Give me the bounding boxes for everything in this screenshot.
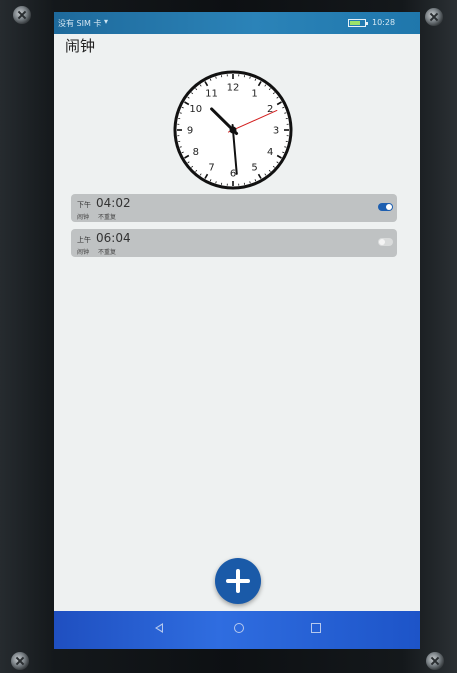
- alarm-time: 06:04: [96, 231, 131, 245]
- screw-icon: [426, 652, 444, 670]
- alarm-label: 闹钟: [77, 249, 90, 256]
- back-icon[interactable]: [155, 623, 163, 633]
- alarm-toggle[interactable]: [378, 203, 393, 211]
- alarm-item[interactable]: 上午 06:04 闹钟 不重复: [71, 229, 397, 257]
- navigation-bar: [54, 611, 420, 649]
- clock-numeral: 4: [267, 147, 273, 158]
- clock-numeral: 9: [187, 126, 193, 137]
- clock-numeral: 6: [230, 169, 236, 180]
- alarm-toggle[interactable]: [378, 238, 393, 246]
- clock-center: [229, 126, 237, 134]
- battery-level: [350, 21, 360, 25]
- screw-icon: [13, 6, 31, 24]
- add-alarm-button[interactable]: [215, 558, 261, 604]
- alarm-time: 04:02: [96, 196, 131, 210]
- clock-face: 121234567891011: [173, 70, 293, 190]
- recent-apps-icon[interactable]: [311, 623, 321, 633]
- clock-numeral: 11: [205, 88, 218, 99]
- device-screen: 没有 SIM 卡 ▾ 10:28 闹钟 12 1 2 3 4 5 6 7 8 9 10 11 下午 0…: [54, 12, 420, 649]
- analog-clock: 12 1 2 3 4 5 6 7 8 9 10 11: [172, 69, 294, 191]
- screw-icon: [425, 8, 443, 26]
- screw-icon: [11, 652, 29, 670]
- alarm-item[interactable]: 下午 04:02 闹钟 不重复: [71, 194, 397, 222]
- wifi-icon: ▾: [104, 17, 109, 26]
- clock-numeral: 7: [208, 163, 214, 174]
- alarm-repeat: 不重复: [98, 249, 117, 256]
- alarm-label: 闹钟: [77, 214, 90, 221]
- clock-numeral: 12: [227, 83, 240, 94]
- status-bar: 没有 SIM 卡 ▾ 10:28: [54, 12, 420, 34]
- toggle-knob: [386, 204, 392, 210]
- clock-numeral: 1: [251, 88, 257, 99]
- battery-icon: [348, 19, 368, 27]
- clock-numeral: 5: [251, 163, 257, 174]
- home-icon[interactable]: [234, 623, 244, 633]
- carrier-status: 没有 SIM 卡: [58, 19, 102, 28]
- status-time: 10:28: [372, 18, 396, 27]
- clock-numeral: 10: [189, 104, 202, 115]
- clock-numeral: 8: [193, 147, 199, 158]
- toggle-knob: [379, 239, 385, 245]
- clock-numeral: 3: [273, 126, 279, 137]
- alarm-period: 下午: [77, 201, 91, 209]
- page-title: 闹钟: [65, 37, 96, 55]
- alarm-repeat: 不重复: [98, 214, 117, 221]
- alarm-period: 上午: [77, 236, 91, 244]
